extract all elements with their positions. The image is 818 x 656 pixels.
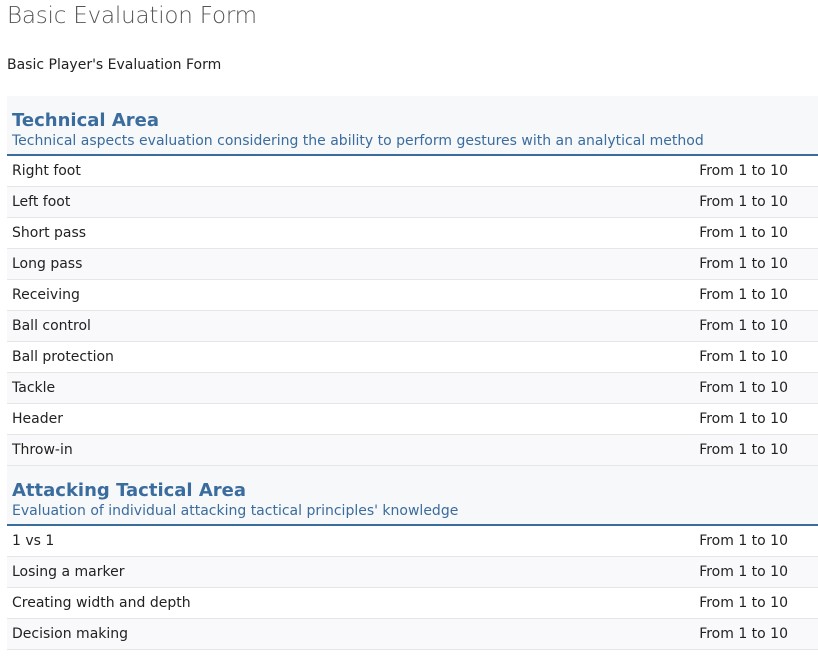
section-header: Attacking Tactical Area Evaluation of in… [7,466,818,526]
criterion-row: Ball control From 1 to 10 [7,311,818,342]
criterion-label: Receiving [12,287,80,303]
score-scale: From 1 to 10 [699,533,788,549]
criteria-list: 1 vs 1 From 1 to 10 Losing a marker From 1… [7,526,818,650]
criterion-label: Long pass [12,256,83,272]
section-technical-area: Technical Area Technical aspects evaluat… [7,96,818,466]
criterion-row: Short pass From 1 to 10 [7,218,818,249]
criterion-label: Throw-in [12,442,73,458]
criterion-row: 1 vs 1 From 1 to 10 [7,526,818,557]
page-title: Basic Evaluation Form [7,3,257,29]
score-scale: From 1 to 10 [699,380,788,396]
criterion-label: Header [12,411,63,427]
score-scale: From 1 to 10 [699,225,788,241]
section-title: Attacking Tactical Area [12,480,247,501]
section-description: Evaluation of individual attacking tacti… [12,503,459,519]
criteria-list: Right foot From 1 to 10 Left foot From 1 t… [7,156,818,466]
criterion-row: Long pass From 1 to 10 [7,249,818,280]
section-attacking-tactical-area: Attacking Tactical Area Evaluation of in… [7,466,818,650]
criterion-row: Losing a marker From 1 to 10 [7,557,818,588]
section-title: Technical Area [12,110,159,131]
criterion-label: Left foot [12,194,71,210]
criterion-label: Losing a marker [12,564,125,580]
score-scale: From 1 to 10 [699,349,788,365]
score-scale: From 1 to 10 [699,256,788,272]
section-header: Technical Area Technical aspects evaluat… [7,96,818,156]
criterion-row: Tackle From 1 to 10 [7,373,818,404]
score-scale: From 1 to 10 [699,318,788,334]
criterion-row: Header From 1 to 10 [7,404,818,435]
criterion-row: Left foot From 1 to 10 [7,187,818,218]
criterion-row: Throw-in From 1 to 10 [7,435,818,466]
score-scale: From 1 to 10 [699,595,788,611]
criterion-row: Decision making From 1 to 10 [7,619,818,650]
criterion-label: Right foot [12,163,81,179]
score-scale: From 1 to 10 [699,287,788,303]
score-scale: From 1 to 10 [699,163,788,179]
criterion-row: Right foot From 1 to 10 [7,156,818,187]
score-scale: From 1 to 10 [699,194,788,210]
evaluation-sections: Technical Area Technical aspects evaluat… [7,96,818,650]
criterion-label: Ball control [12,318,91,334]
criterion-label: Short pass [12,225,87,241]
criterion-label: Creating width and depth [12,595,191,611]
score-scale: From 1 to 10 [699,564,788,580]
criterion-label: 1 vs 1 [12,533,55,549]
criterion-label: Decision making [12,626,129,642]
score-scale: From 1 to 10 [699,442,788,458]
criterion-row: Ball protection From 1 to 10 [7,342,818,373]
score-scale: From 1 to 10 [699,411,788,427]
criterion-row: Receiving From 1 to 10 [7,280,818,311]
form-subtitle: Basic Player's Evaluation Form [7,57,222,73]
criterion-label: Ball protection [12,349,114,365]
criterion-label: Tackle [12,380,56,396]
score-scale: From 1 to 10 [699,626,788,642]
section-description: Technical aspects evaluation considering… [12,133,704,149]
criterion-row: Creating width and depth From 1 to 10 [7,588,818,619]
